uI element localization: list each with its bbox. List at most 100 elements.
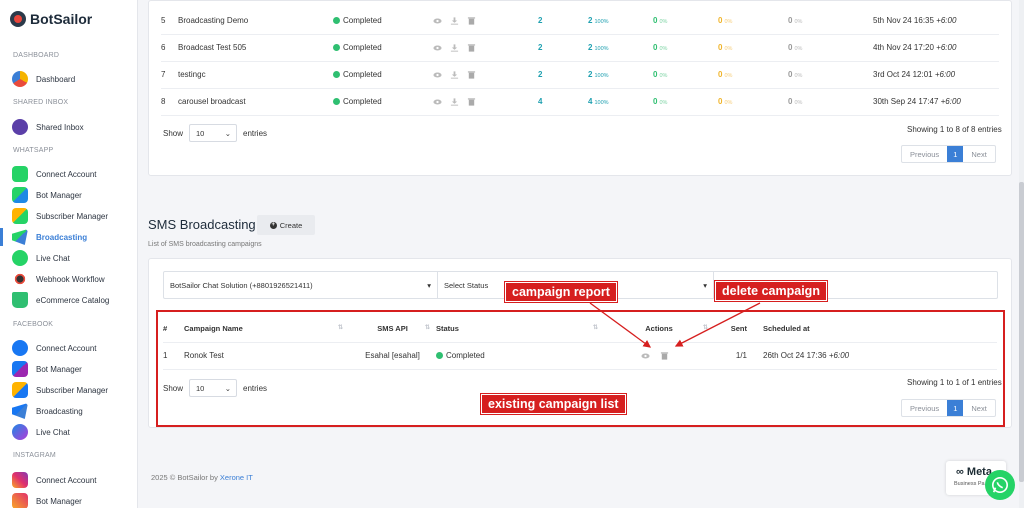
sent-count: 4 100%	[588, 88, 653, 116]
scheduled-at: 30th Sep 24 17:47 +6:00	[873, 88, 999, 116]
create-button[interactable]: + Create	[257, 215, 315, 235]
sent-percent: 100%	[594, 100, 609, 106]
sidebar-item-wa-broadcasting[interactable]: Broadcasting	[12, 227, 136, 247]
read-value: 0	[718, 97, 723, 106]
whatsapp-chat-button[interactable]	[985, 470, 1015, 500]
row-number: 6	[161, 34, 178, 62]
sidebar-item-dashboard[interactable]: Dashboard	[12, 69, 136, 89]
pagination: Previous 1 Next	[901, 145, 996, 163]
sidebar-item-wa-ecommerce[interactable]: eCommerce Catalog	[12, 290, 136, 310]
page-button[interactable]: 1	[947, 146, 964, 162]
active-indicator	[0, 228, 3, 246]
sidebar-item-fb-broadcasting[interactable]: Broadcasting	[12, 401, 136, 421]
delivered-percent: 0%	[659, 100, 668, 106]
timezone: +6:00	[934, 70, 956, 79]
sidebar-item-wa-live-chat[interactable]: Live Chat	[12, 248, 136, 268]
caret-down-icon: ▾	[703, 280, 707, 290]
sidebar-item-wa-subscriber[interactable]: Subscriber Manager	[12, 206, 136, 226]
download-icon[interactable]	[450, 44, 459, 52]
bot-icon	[12, 493, 28, 508]
delivered-value: 0	[653, 70, 658, 79]
sidebar-item-label: Live Chat	[36, 427, 70, 437]
caret-down-icon: ▾	[427, 280, 431, 290]
annotation-existing-list: existing campaign list	[481, 394, 626, 414]
shopping-bag-icon	[12, 292, 28, 308]
status-badge: Completed	[343, 15, 382, 25]
sent-value: 2	[588, 43, 593, 52]
read-percent: 0%	[724, 73, 733, 79]
entries-select[interactable]: 10 ⌄	[189, 124, 238, 142]
scheduled-at: 3rd Oct 24 12:01 +6:00	[873, 61, 999, 89]
sidebar-item-fb-live-chat[interactable]: Live Chat	[12, 422, 136, 442]
trash-icon[interactable]	[467, 17, 476, 25]
trash-icon[interactable]	[467, 98, 476, 106]
eye-icon[interactable]	[433, 71, 442, 79]
targeted-value: 2	[538, 43, 543, 52]
failed-value: 0	[788, 70, 793, 79]
scrollbar-thumb[interactable]	[1019, 182, 1024, 482]
inbox-icon	[12, 119, 28, 135]
page-title: SMS Broadcasting	[148, 217, 256, 232]
sidebar-item-label: Dashboard	[36, 74, 76, 84]
read-value: 0	[718, 15, 723, 25]
brand-name: BotSailor	[30, 11, 93, 27]
sidebar-item-fb-subscriber[interactable]: Subscriber Manager	[12, 380, 136, 400]
download-icon[interactable]	[450, 17, 459, 25]
failed-value: 0	[788, 43, 793, 52]
sidebar-item-wa-bot-manager[interactable]: Bot Manager	[12, 185, 136, 205]
timezone: +6:00	[940, 97, 961, 106]
sidebar-item-ig-connect[interactable]: Connect Account	[12, 470, 136, 490]
sidebar-item-label: Bot Manager	[36, 364, 82, 374]
eye-icon[interactable]	[433, 17, 442, 25]
whatsapp-icon	[12, 250, 28, 266]
actions-cell	[433, 34, 538, 62]
read-value: 0	[718, 43, 723, 52]
section-facebook: FACEBOOK	[13, 321, 54, 328]
facebook-icon	[12, 340, 28, 356]
delivered-count: 0 0%	[653, 7, 718, 35]
sidebar-item-fb-connect[interactable]: Connect Account	[12, 338, 136, 358]
scheduled-date: 4th Nov 24 17:20	[873, 43, 934, 52]
failed-count: 0 0%	[788, 61, 873, 89]
download-icon[interactable]	[450, 98, 459, 106]
sidebar-item-shared-inbox[interactable]: Shared Inbox	[12, 117, 136, 137]
status-badge: Completed	[343, 43, 382, 52]
eye-icon[interactable]	[433, 98, 442, 106]
entries-value: 10	[196, 128, 205, 138]
read-count: 0 0%	[718, 7, 788, 35]
eye-icon[interactable]	[433, 44, 442, 52]
chevron-down-icon: ⌄	[224, 128, 232, 138]
campaign-name: carousel broadcast	[178, 88, 333, 116]
sidebar-item-wa-connect[interactable]: Connect Account	[12, 164, 136, 184]
trash-icon[interactable]	[467, 44, 476, 52]
actions-cell	[433, 7, 538, 35]
account-select[interactable]: BotSailor Chat Solution (+8801926521411)…	[164, 272, 438, 298]
bot-icon	[12, 187, 28, 203]
scheduled-at: 5th Nov 24 16:35 +6:00	[873, 7, 999, 35]
sidebar-item-ig-bot-manager[interactable]: Bot Manager	[12, 491, 136, 508]
company-link[interactable]: Xerone IT	[220, 473, 253, 482]
trash-icon[interactable]	[467, 71, 476, 79]
read-count: 0 0%	[718, 34, 788, 62]
status-cell: Completed	[333, 61, 433, 89]
table-info: Showing 1 to 8 of 8 entries	[907, 125, 1002, 134]
sidebar-item-fb-bot-manager[interactable]: Bot Manager	[12, 359, 136, 379]
whatsapp-business-icon	[12, 166, 28, 182]
targeted-count: 4	[538, 88, 588, 116]
sidebar-item-label: Broadcasting	[36, 406, 83, 416]
failed-count: 0 0%	[788, 88, 873, 116]
status-cell: Completed	[333, 34, 433, 62]
status-cell: Completed	[333, 88, 433, 116]
status-dot	[333, 16, 340, 24]
brand-logo[interactable]: BotSailor	[10, 11, 92, 27]
scheduled-date: 3rd Oct 24 12:01	[873, 70, 933, 79]
previous-button[interactable]: Previous	[902, 146, 947, 162]
status-dot	[333, 44, 340, 51]
sidebar-item-wa-webhook[interactable]: Webhook Workflow	[12, 269, 136, 289]
sidebar-item-label: Subscriber Manager	[36, 211, 109, 221]
targeted-value: 4	[538, 97, 543, 106]
annotation-delete-campaign: delete campaign	[715, 281, 827, 301]
next-button[interactable]: Next	[963, 146, 994, 162]
download-icon[interactable]	[450, 71, 459, 79]
sidebar-item-label: Bot Manager	[36, 190, 82, 200]
